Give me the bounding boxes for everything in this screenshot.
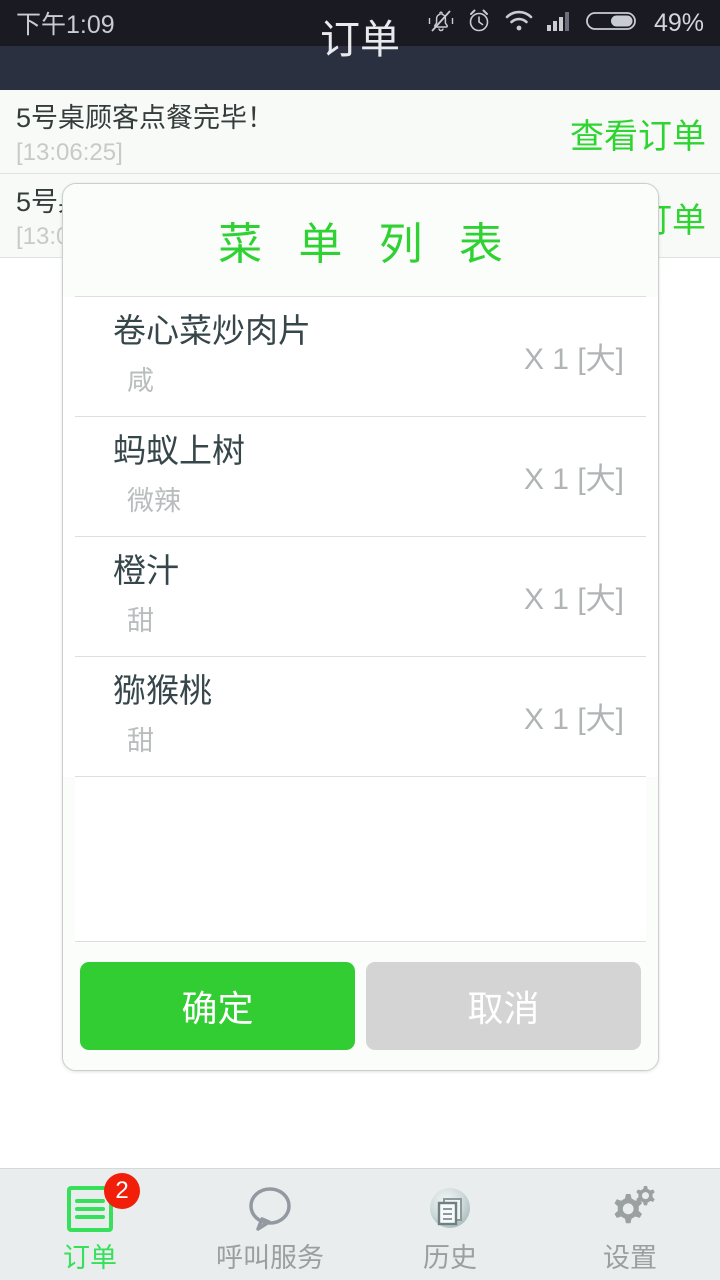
cancel-button[interactable]: 取消 [366, 962, 641, 1050]
dish-taste: 微辣 [127, 486, 181, 516]
dish-quantity: X 1 [大] [523, 703, 624, 736]
bottom-navigation-bar: 2 订单 呼叫服务 历史 设置 [0, 1168, 720, 1280]
nav-item-orders[interactable]: 2 订单 [0, 1169, 180, 1280]
orders-badge: 2 [104, 1172, 140, 1209]
speech-bubble-icon [249, 1186, 291, 1231]
nav-icon-wrap [238, 1179, 302, 1239]
dish-list-empty-space [75, 777, 646, 942]
dish-quantity: X 1 [大] [523, 343, 624, 376]
nav-icon-wrap [598, 1179, 662, 1239]
dish-name: 橙汁 [113, 552, 179, 589]
dish-row[interactable]: 橙汁 甜 X 1 [大] [75, 537, 646, 657]
battery-icon [586, 8, 638, 39]
menu-list-dialog: 菜 单 列 表 卷心菜炒肉片 咸 X 1 [大] 蚂蚁上树 微辣 X 1 [大]… [62, 183, 659, 1071]
dish-row[interactable]: 猕猴桃 甜 X 1 [大] [75, 657, 646, 777]
mute-bell-icon [428, 7, 454, 40]
status-icons: 49% [428, 7, 704, 40]
app-screen: 下午1:09 49% 订单 5号桌顾客点餐完毕！ [13:06:25] 查看订单… [0, 0, 720, 1280]
status-time: 下午1:09 [16, 11, 115, 39]
document-icon [430, 1187, 470, 1228]
dialog-title: 菜 单 列 表 [63, 184, 658, 296]
nav-label-orders: 订单 [63, 1242, 117, 1273]
nav-label-call-service: 呼叫服务 [216, 1242, 324, 1273]
dish-row[interactable]: 卷心菜炒肉片 咸 X 1 [大] [75, 297, 646, 417]
alarm-clock-icon [466, 7, 492, 40]
gears-icon [614, 1185, 655, 1223]
dish-row[interactable]: 蚂蚁上树 微辣 X 1 [大] [75, 417, 646, 537]
signal-bars-icon [546, 8, 574, 39]
view-order-link[interactable]: 查看订单 [570, 116, 706, 158]
nav-label-settings: 设置 [603, 1242, 657, 1273]
dish-taste: 咸 [127, 366, 154, 396]
nav-item-call-service[interactable]: 呼叫服务 [180, 1169, 360, 1280]
nav-item-settings[interactable]: 设置 [540, 1169, 720, 1280]
wifi-icon [504, 8, 534, 39]
nav-icon-wrap: 2 [58, 1172, 140, 1239]
nav-item-history[interactable]: 历史 [360, 1169, 540, 1280]
dish-taste: 甜 [127, 606, 154, 636]
nav-icon-wrap [418, 1179, 482, 1239]
order-notification-row[interactable]: 5号桌顾客点餐完毕！ [13:06:25] 查看订单 [0, 90, 720, 174]
battery-percent-label: 49% [653, 8, 704, 37]
nav-label-history: 历史 [423, 1242, 477, 1273]
dish-list: 卷心菜炒肉片 咸 X 1 [大] 蚂蚁上树 微辣 X 1 [大] 橙汁 甜 X … [63, 297, 658, 777]
dish-name: 猕猴桃 [113, 672, 212, 709]
confirm-button[interactable]: 确定 [80, 962, 355, 1050]
status-bar: 下午1:09 49% [0, 0, 720, 46]
dish-taste: 甜 [127, 726, 154, 756]
dish-quantity: X 1 [大] [523, 583, 624, 616]
dish-quantity: X 1 [大] [523, 463, 624, 496]
dish-name: 蚂蚁上树 [113, 432, 245, 469]
dish-name: 卷心菜炒肉片 [113, 312, 311, 349]
dialog-button-bar: 确定 取消 [63, 942, 658, 1070]
app-bar [0, 46, 720, 90]
